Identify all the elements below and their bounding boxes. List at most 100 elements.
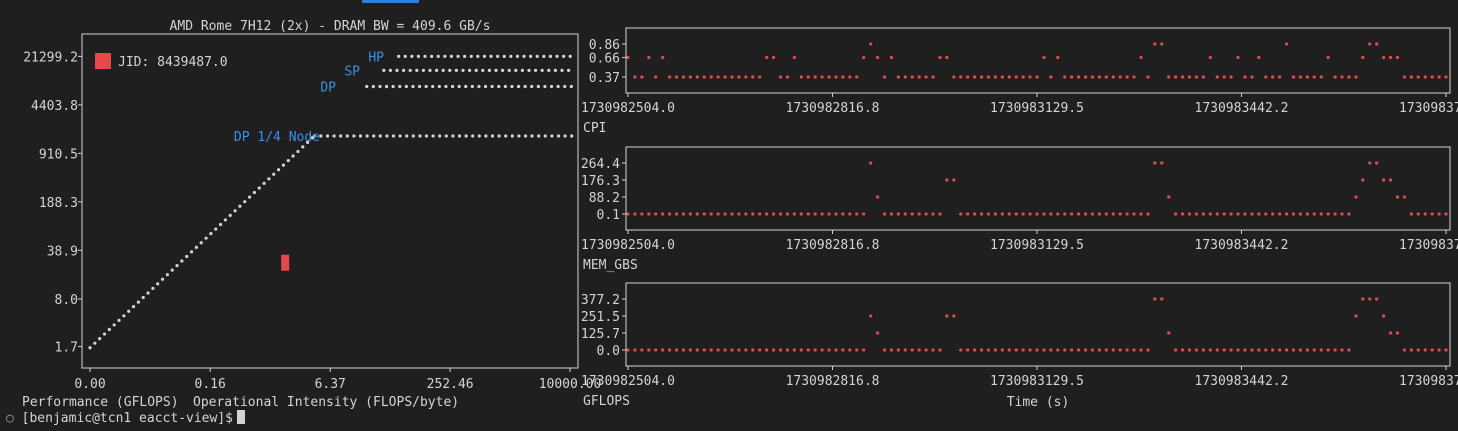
timeseries-point xyxy=(896,75,900,79)
ceiling-label: DP xyxy=(320,81,336,96)
timeseries-point xyxy=(1291,75,1296,79)
timeseries-point xyxy=(771,348,776,352)
ceiling-point xyxy=(474,68,478,73)
timeseries-point xyxy=(661,55,665,60)
ceiling-point xyxy=(484,134,488,138)
timeseries-point xyxy=(855,348,859,352)
timeseries-point xyxy=(1347,75,1351,79)
timeseries-point xyxy=(1298,75,1303,79)
bandwidth-roof-point xyxy=(204,236,208,240)
ceiling-point xyxy=(527,68,531,73)
timeseries-point xyxy=(1167,75,1171,79)
ceiling-point xyxy=(365,134,369,138)
ceiling-point xyxy=(483,84,488,89)
timeseries-point xyxy=(1271,348,1275,352)
ceiling-point xyxy=(563,84,567,89)
panel-ytick-label: 264.4 xyxy=(581,157,620,172)
ceiling-point xyxy=(431,84,435,89)
timeseries-point xyxy=(820,75,824,79)
ceiling-point xyxy=(457,84,461,89)
timeseries-point xyxy=(896,212,900,216)
ceiling-point xyxy=(510,84,514,89)
roofline-ytick-label: 38.9 xyxy=(47,244,78,259)
timeseries-point xyxy=(792,212,796,216)
timeseries-point xyxy=(1194,75,1199,79)
timeseries-point xyxy=(813,212,817,216)
timeseries-point xyxy=(1007,212,1011,216)
timeseries-point xyxy=(1194,212,1199,216)
timeseries-point xyxy=(1201,75,1205,79)
timeseries-point xyxy=(1146,212,1150,216)
ceiling-point xyxy=(443,54,447,58)
timeseries-point xyxy=(1104,75,1108,79)
ceiling-point xyxy=(467,68,472,73)
timeseries-point xyxy=(959,348,963,352)
timeseries-point xyxy=(1201,348,1205,352)
timeseries-point xyxy=(1326,55,1330,60)
timeseries-point xyxy=(633,348,637,352)
ceiling-point xyxy=(550,134,554,138)
ceiling-point xyxy=(509,54,513,58)
timeseries-point xyxy=(640,348,644,352)
timeseries-point xyxy=(1174,212,1178,216)
timeseries-point xyxy=(647,348,651,352)
timeseries-point xyxy=(765,55,769,60)
timeseries-point xyxy=(1333,212,1337,216)
timeseries-point xyxy=(1395,195,1400,199)
timeseries-point xyxy=(1208,55,1212,60)
bandwidth-roof-point xyxy=(102,332,107,336)
timeseries-point xyxy=(1104,212,1108,216)
timeseries-point xyxy=(1305,348,1309,352)
shell-prompt[interactable]: ○ [benjamic@tcn1 eacct-view]$ xyxy=(6,410,245,426)
timeseries-point xyxy=(1021,75,1025,79)
ceiling-point xyxy=(451,134,455,138)
timeseries-point xyxy=(841,348,845,352)
timeseries-point xyxy=(771,55,776,60)
timeseries-point xyxy=(667,75,672,79)
timeseries-point xyxy=(910,348,914,352)
panel-xtick-label: 1730983442.2 xyxy=(1195,238,1289,253)
timeseries-point xyxy=(640,212,644,216)
timeseries-point xyxy=(1014,75,1018,79)
timeseries-point xyxy=(716,212,720,216)
timeseries-point xyxy=(1160,161,1164,165)
panel-ytick-label: 125.7 xyxy=(581,327,620,342)
timeseries-point xyxy=(1174,348,1178,352)
timeseries-point xyxy=(1049,75,1053,79)
timeseries-point xyxy=(1298,348,1303,352)
timeseries-point xyxy=(626,348,630,352)
timeseries-point xyxy=(1409,75,1413,79)
timeseries-point xyxy=(986,75,991,79)
timeseries-point xyxy=(855,212,859,216)
timeseries-point xyxy=(1007,348,1011,352)
timeseries-point xyxy=(945,178,949,182)
timeseries-point xyxy=(1014,348,1018,352)
bandwidth-roof-point xyxy=(175,263,179,268)
bandwidth-roof-point xyxy=(112,323,116,327)
ceiling-point xyxy=(450,84,455,89)
panel-ytick-label: 176.3 xyxy=(581,174,620,189)
timeseries-point xyxy=(917,212,921,216)
ceiling-point xyxy=(339,134,343,138)
timeseries-point xyxy=(1076,348,1081,352)
bandwidth-roof-point xyxy=(88,346,92,350)
panel-xtick-label: 1730983129.5 xyxy=(990,374,1084,389)
timeseries-point xyxy=(737,75,741,79)
timeseries-point xyxy=(869,161,873,165)
timeseries-point xyxy=(813,348,817,352)
ceiling-point xyxy=(569,84,573,89)
timeseries-point xyxy=(1368,297,1372,301)
ceiling-point xyxy=(568,54,572,58)
timeseries-point xyxy=(1139,55,1143,60)
timeseries-point xyxy=(751,75,755,79)
ceiling-point xyxy=(395,68,399,73)
ceiling-point xyxy=(461,68,465,73)
timeseries-point xyxy=(834,75,838,79)
bandwidth-roof-point xyxy=(194,245,198,249)
timeseries-point xyxy=(709,348,713,352)
timeseries-point xyxy=(709,75,713,79)
roofline-ytick-label: 1.7 xyxy=(55,341,78,356)
ceiling-point xyxy=(500,68,505,73)
timeseries-point xyxy=(758,348,762,352)
ceiling-point xyxy=(418,134,422,138)
